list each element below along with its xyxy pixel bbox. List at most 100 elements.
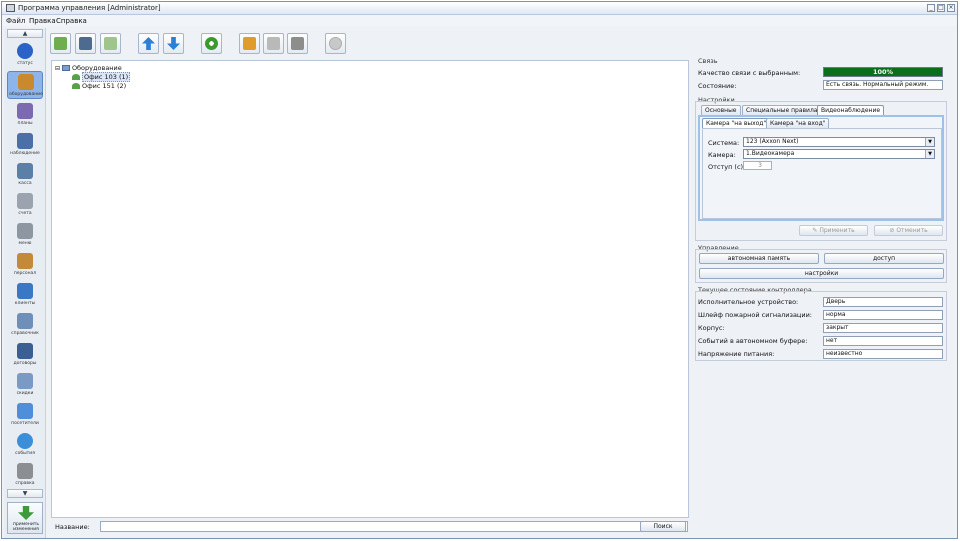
sidebar-item-bills[interactable]: счета	[7, 191, 43, 219]
menu-bar: Файл Правка Справка	[2, 15, 957, 26]
access-button[interactable]: доступ	[824, 253, 944, 264]
tree-item-label: Офис 151 (2)	[82, 82, 127, 90]
tab-video[interactable]: Видеонаблюдение	[817, 105, 885, 115]
search-button[interactable]: Поиск	[640, 521, 686, 532]
info-icon	[17, 43, 33, 59]
sidebar-item-discounts[interactable]: скидки	[7, 371, 43, 399]
sidebar-item-label: касса	[18, 181, 32, 186]
tab-basic[interactable]: Основные	[701, 105, 741, 115]
add-icon	[54, 37, 67, 50]
sidebar-item-observer[interactable]: наблюдение	[7, 131, 43, 159]
move-up-icon	[142, 37, 155, 50]
tree-item-office-103[interactable]: Офис 103 (1)	[72, 72, 131, 82]
plans-icon	[17, 103, 33, 119]
cancel-button-label: Отменить	[896, 227, 928, 234]
offset-spinner[interactable]: 3	[743, 161, 772, 170]
lock-gray-button[interactable]	[263, 33, 284, 54]
sidebar-item-events[interactable]: события	[7, 431, 43, 459]
save-button[interactable]	[75, 33, 96, 54]
minimize-button[interactable]: _	[927, 4, 935, 12]
camera-select[interactable]: 1.Видеокамера ▼	[743, 149, 935, 159]
menu-file[interactable]: Файл	[6, 17, 25, 25]
system-label: Система:	[708, 139, 740, 147]
menu-icon	[17, 223, 33, 239]
sidebar-item-label: посетители	[11, 421, 39, 426]
apply-changes-label: применить изменения	[12, 522, 40, 532]
remove-button[interactable]	[325, 33, 346, 54]
move-down-button[interactable]	[163, 33, 184, 54]
sidebar-scroll-down-button[interactable]: ▼	[7, 489, 43, 498]
sidebar-item-label: оборудование	[9, 92, 43, 97]
status-row-label: Событий в автономном буфере:	[698, 337, 808, 345]
subtab-camera-entry[interactable]: Камера "на вход"	[766, 118, 830, 128]
maximize-button[interactable]: □	[937, 4, 945, 12]
sidebar-item-info[interactable]: статус	[7, 41, 43, 69]
visitors-icon	[17, 403, 33, 419]
sidebar-item-label: меню	[18, 241, 32, 246]
camera-select-value: 1.Видеокамера	[746, 150, 795, 157]
controller-settings-button[interactable]: настройки	[699, 268, 944, 279]
observer-icon	[17, 133, 33, 149]
sidebar-item-contracts[interactable]: договоры	[7, 341, 43, 369]
add-button[interactable]	[50, 33, 71, 54]
sidebar-item-menu[interactable]: меню	[7, 221, 43, 249]
status-row-label: Шлейф пожарной сигнализации:	[698, 311, 812, 319]
sidebar-scroll-up-button[interactable]: ▲	[7, 29, 43, 38]
tree-root[interactable]: ⊟ Оборудование	[55, 64, 122, 72]
menu-help[interactable]: Справка	[56, 17, 87, 25]
window-controls: _ □ ×	[927, 4, 955, 12]
lock-button[interactable]	[239, 33, 260, 54]
tab-special-rules[interactable]: Специальные правила	[742, 105, 822, 115]
clients-icon	[17, 283, 33, 299]
status-row-value: Дверь	[823, 297, 943, 307]
move-up-button[interactable]	[138, 33, 159, 54]
sidebar-item-visitors[interactable]: посетители	[7, 401, 43, 429]
system-select[interactable]: 123 (Axxon Next) ▼	[743, 137, 935, 147]
help-icon	[17, 463, 33, 479]
sidebar-item-label: статус	[17, 61, 33, 66]
search-bar: Название: Поиск	[51, 520, 689, 534]
sidebar-item-cashier[interactable]: касса	[7, 161, 43, 189]
directory-icon	[17, 313, 33, 329]
status-row-value: закрыт	[823, 323, 943, 333]
close-button[interactable]: ×	[947, 4, 955, 12]
sidebar-item-directory[interactable]: справочник	[7, 311, 43, 339]
connection-section-title: Связь	[698, 57, 718, 65]
quality-label: Качество связи с выбранным:	[698, 69, 801, 77]
apply-changes-button[interactable]: применить изменения	[7, 502, 43, 534]
sidebar-item-equipment[interactable]: оборудование	[7, 71, 43, 99]
autonomous-memory-button[interactable]: автономная память	[699, 253, 819, 264]
tree-expand-icon[interactable]: ⊟	[55, 65, 62, 72]
menu-edit[interactable]: Правка	[29, 17, 56, 25]
search-input[interactable]	[100, 521, 688, 532]
sidebar-item-clients[interactable]: клиенты	[7, 281, 43, 309]
status-row-value: нет	[823, 336, 943, 346]
refresh-button[interactable]	[201, 33, 222, 54]
cancel-button[interactable]: ⊘ Отменить	[874, 225, 943, 236]
chevron-down-icon: ▼	[925, 138, 934, 146]
tree-item-label: Офис 103 (1)	[82, 72, 131, 82]
save-icon	[79, 37, 92, 50]
folder-icon	[61, 65, 70, 71]
chevron-down-icon: ▼	[925, 150, 934, 158]
tree-item-office-151[interactable]: Офис 151 (2)	[72, 82, 126, 90]
bills-icon	[17, 193, 33, 209]
status-row-label: Напряжение питания:	[698, 350, 775, 358]
search-label: Название:	[55, 523, 90, 531]
remove-icon	[329, 37, 342, 50]
equipment-tree[interactable]: ⊟ Оборудование Офис 103 (1) Офис 151 (2)	[51, 60, 689, 518]
sidebar-item-staff[interactable]: персонал	[7, 251, 43, 279]
unlock-button[interactable]	[287, 33, 308, 54]
subtab-camera-exit[interactable]: Камера "на выход"	[702, 118, 771, 128]
events-icon	[17, 433, 33, 449]
sidebar-item-help[interactable]: справка	[7, 461, 43, 489]
state-label: Состояние:	[698, 82, 737, 90]
apply-button[interactable]: ✎ Применить	[799, 225, 868, 236]
sidebar-item-label: наблюдение	[10, 151, 40, 156]
sidebar-item-plans[interactable]: планы	[7, 101, 43, 129]
unlock-icon	[291, 37, 304, 50]
status-row-label: Исполнительное устройство:	[698, 298, 799, 306]
sidebar-item-label: клиенты	[14, 301, 36, 306]
copy-button[interactable]	[100, 33, 121, 54]
sidebar: ▲ статус оборудование планы наблюдение касса…	[4, 28, 46, 538]
